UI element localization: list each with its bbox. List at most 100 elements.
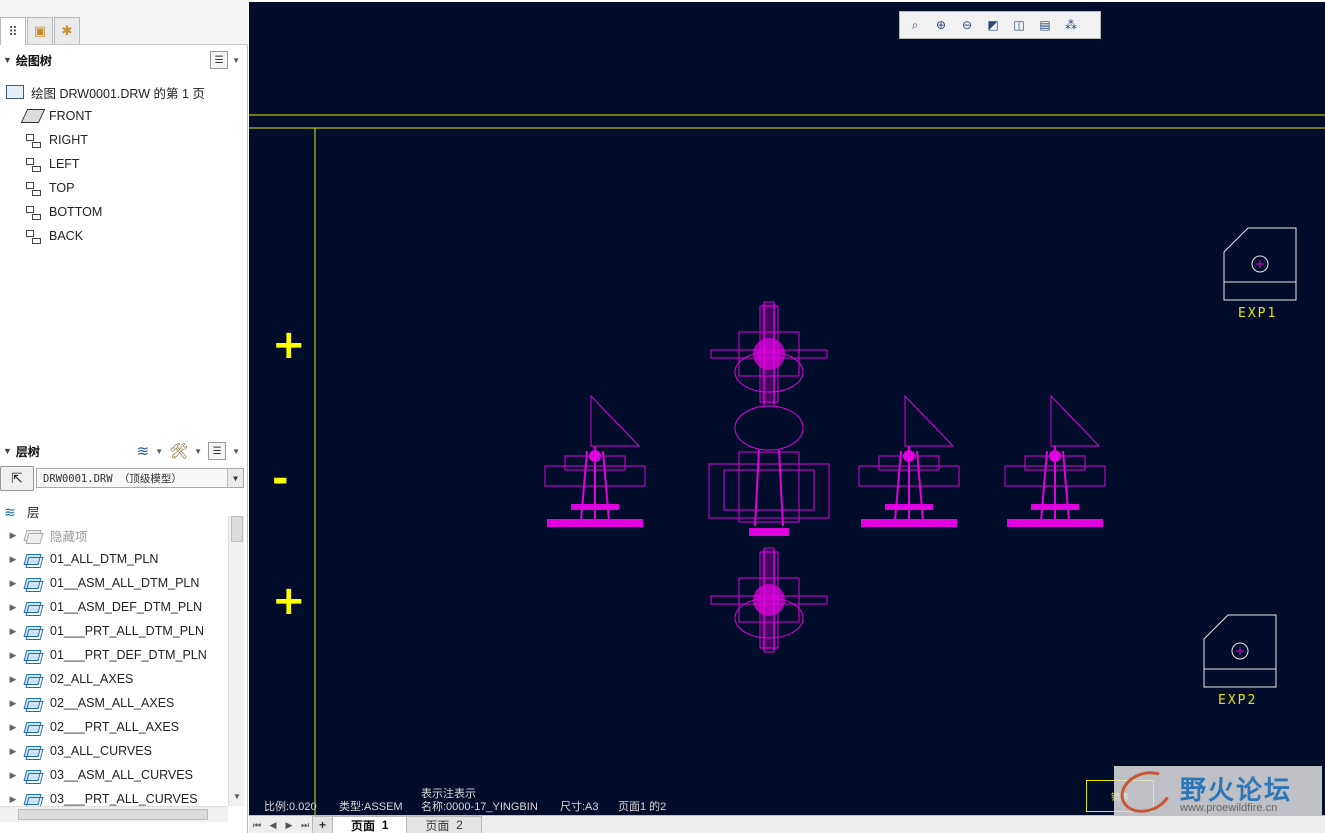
expand-arrow-icon[interactable]: ▶ <box>6 722 20 733</box>
navigator-tabbar: ⠿ ▣ ✱ <box>0 0 248 45</box>
chevron-down-icon[interactable]: ▼ <box>232 447 240 456</box>
expand-arrow-icon[interactable]: ▶ <box>6 698 20 709</box>
layer-stack-icon[interactable]: ≋ <box>137 442 150 460</box>
expand-arrow-icon[interactable]: ▶ <box>6 674 20 685</box>
front-view-icon <box>20 109 46 123</box>
active-model-select[interactable]: DRW0001.DRW （顶级模型） ▼ <box>36 468 244 488</box>
hammer-tools-icon[interactable]: 🛠 <box>169 442 188 460</box>
chevron-down-icon[interactable]: ▼ <box>194 447 202 456</box>
view-label: RIGHT <box>49 133 88 147</box>
layer-row[interactable]: ▶ 02__ASM_ALL_AXES <box>0 691 226 715</box>
layer-icon <box>24 552 40 566</box>
expand-arrow-icon[interactable]: ▶ <box>6 746 20 757</box>
collapse-triangle-icon[interactable]: ▼ <box>3 55 12 65</box>
layer-tree-header[interactable]: ▼ 层树 ≋ ▼ 🛠 ▼ ☰ ▼ <box>0 437 246 465</box>
status-name: 名称:0000-17_YINGBIN <box>421 801 538 813</box>
model-part <box>723 469 815 511</box>
drawing-canvas[interactable]: + - + EXP1 EXP2 ⌕ ⊕ ⊖ ◩ ◫ ▤ ⁂ 表示注表示 比例:0.020… <box>249 2 1325 815</box>
scroll-thumb[interactable] <box>231 516 243 542</box>
layers-folder-tab[interactable]: ▣ <box>27 17 53 44</box>
layer-tree-vertical-scrollbar[interactable]: ▼ <box>228 516 244 806</box>
layer-icon <box>24 576 40 590</box>
chevron-down-icon[interactable]: ▼ <box>232 56 240 65</box>
zoom-in-icon[interactable]: ⊕ <box>930 14 952 36</box>
layer-tree-title: 层树 <box>15 444 40 459</box>
layer-label: 01___PRT_DEF_DTM_PLN <box>50 648 207 662</box>
layer-label: 01_ALL_DTM_PLN <box>50 552 159 566</box>
expand-arrow-icon[interactable]: ▶ <box>6 626 20 637</box>
drawing-tree-header[interactable]: ▼ 绘图树 ☰ ▼ <box>0 46 246 74</box>
layer-icon <box>24 624 40 638</box>
chevron-down-icon[interactable]: ▼ <box>227 469 243 487</box>
view-item-front[interactable]: FRONT <box>20 104 92 128</box>
view-marker: + <box>272 578 306 624</box>
layer-root-item[interactable]: ≋ 层 <box>4 499 40 523</box>
saved-views-icon[interactable]: ▤ <box>1034 14 1056 36</box>
expand-arrow-icon[interactable]: ▶ <box>6 602 20 613</box>
layer-row[interactable]: ▶ 03_ALL_CURVES <box>0 739 226 763</box>
refit-icon[interactable]: ⌕ <box>904 14 926 36</box>
view-toolbar: ⌕ ⊕ ⊖ ◩ ◫ ▤ ⁂ <box>899 11 1101 39</box>
datum-display-icon[interactable]: ⁂ <box>1060 14 1082 36</box>
forum-logo-icon <box>1114 764 1178 820</box>
page-tab-label: 页面 <box>425 818 450 833</box>
layer-label: 02_ALL_AXES <box>50 672 134 686</box>
expand-arrow-icon[interactable]: ▶ <box>6 578 20 589</box>
layer-icon <box>24 600 40 614</box>
view-item-bottom[interactable]: BOTTOM <box>24 200 102 224</box>
add-page-button[interactable]: + <box>312 816 334 833</box>
select-pointer-button[interactable]: ⇱ <box>0 466 34 491</box>
layer-row[interactable]: ▶ 01___PRT_ALL_DTM_PLN <box>0 619 226 643</box>
model-part <box>738 451 800 523</box>
expand-arrow-icon[interactable]: ▶ <box>6 650 20 661</box>
view-item-right[interactable]: RIGHT <box>24 128 88 152</box>
drawing-graphics: + - + EXP1 EXP2 <box>249 114 1325 815</box>
layer-row[interactable]: ▶ 01___PRT_DEF_DTM_PLN <box>0 643 226 667</box>
layer-row[interactable]: ▶ 01__ASM_DEF_DTM_PLN <box>0 595 226 619</box>
view-item-back[interactable]: BACK <box>24 224 83 248</box>
expand-arrow-icon[interactable]: ▶ <box>6 794 20 805</box>
favorites-tab[interactable]: ✱ <box>54 17 80 44</box>
layer-row[interactable]: ▶ 02_ALL_AXES <box>0 667 226 691</box>
layer-row[interactable]: ▶ 01__ASM_ALL_DTM_PLN <box>0 571 226 595</box>
next-page-icon[interactable]: ▶ <box>281 817 297 833</box>
view-item-top[interactable]: TOP <box>24 176 74 200</box>
collapse-triangle-icon[interactable]: ▼ <box>3 446 12 456</box>
forum-watermark: 野火论坛 www.proewildfire.cn <box>1114 764 1322 820</box>
layer-label: 02___PRT_ALL_AXES <box>50 720 180 734</box>
drawing-root-item[interactable]: 绘图 DRW0001.DRW 的第 1 页 <box>6 80 205 104</box>
expand-arrow-icon[interactable]: ▶ <box>6 770 20 781</box>
display-style-icon[interactable]: ◫ <box>1008 14 1030 36</box>
view-item-left[interactable]: LEFT <box>24 152 80 176</box>
projection-view-icon <box>24 181 42 196</box>
last-page-icon[interactable]: ⏭ <box>297 817 313 833</box>
prev-page-icon[interactable]: ◀ <box>265 817 281 833</box>
page-tabbar: ⏮ ◀ ▶ ⏭ + 页面 1 页面 2 <box>249 815 1325 833</box>
first-page-icon[interactable]: ⏮ <box>249 817 265 833</box>
hidden-items-row[interactable]: ▶ 隐藏项 <box>0 523 226 547</box>
favorites-icon: ✱ <box>61 23 73 38</box>
model-tree-icon: ⠿ <box>8 23 18 39</box>
layer-row[interactable]: ▶ 02___PRT_ALL_AXES <box>0 715 226 739</box>
model-tree-tab[interactable]: ⠿ <box>0 17 26 45</box>
active-model-value: DRW0001.DRW （顶级模型） <box>43 472 182 485</box>
repaint-icon[interactable]: ◩ <box>982 14 1004 36</box>
page-tab-2[interactable]: 页面 2 <box>406 816 482 833</box>
layer-root-icon: ≋ <box>4 504 16 520</box>
layer-row[interactable]: ▶ 01_ALL_DTM_PLN <box>0 547 226 571</box>
page-tab-1[interactable]: 页面 1 <box>332 816 408 833</box>
scroll-thumb[interactable] <box>18 809 208 820</box>
chevron-down-icon[interactable]: ▼ <box>155 447 163 456</box>
layer-tree-horizontal-scrollbar[interactable] <box>0 806 228 822</box>
layer-label: 01__ASM_DEF_DTM_PLN <box>50 600 203 614</box>
view-label: TOP <box>49 181 75 195</box>
expand-arrow-icon[interactable]: ▶ <box>6 554 20 565</box>
tree-settings-icon[interactable]: ☰ <box>210 51 229 69</box>
zoom-out-icon[interactable]: ⊖ <box>956 14 978 36</box>
layer-icon <box>24 720 40 734</box>
layer-row[interactable]: ▶ 03__ASM_ALL_CURVES <box>0 763 226 787</box>
model-part <box>904 394 955 447</box>
expand-arrow-icon[interactable]: ▶ <box>6 530 20 541</box>
layer-settings-icon[interactable]: ☰ <box>208 442 227 460</box>
scroll-down-icon[interactable]: ▼ <box>231 792 243 806</box>
